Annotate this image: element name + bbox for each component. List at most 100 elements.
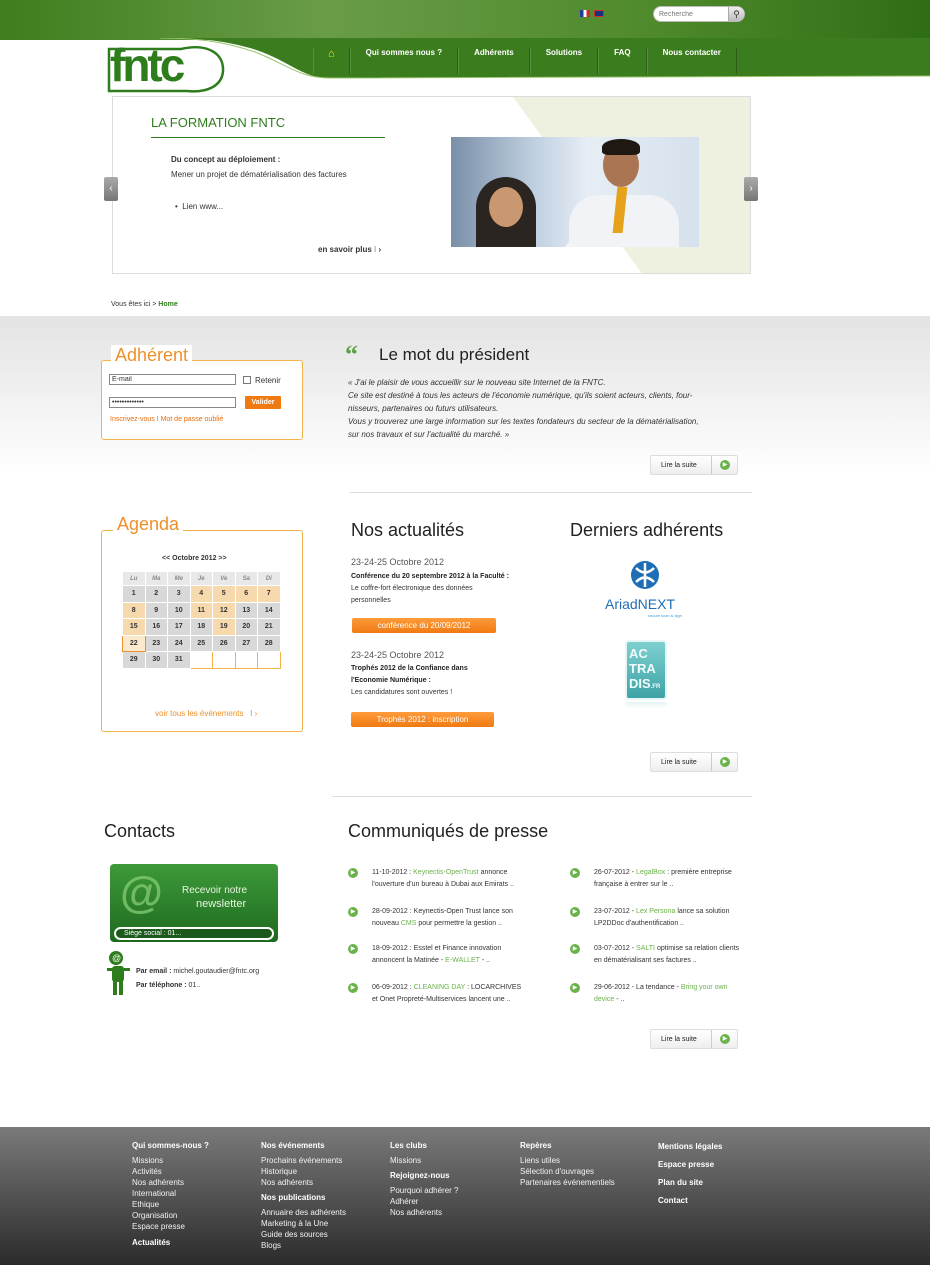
calendar-day[interactable]: 14 [257, 601, 281, 619]
footer-link[interactable]: Sélection d'ouvrages [520, 1166, 615, 1177]
calendar-day[interactable]: 18 [189, 618, 213, 636]
validate-button[interactable]: Valider [245, 396, 281, 409]
calendar-day[interactable]: 10 [167, 601, 191, 619]
nav-item-faq[interactable]: FAQ [598, 48, 647, 74]
all-events-text[interactable]: voir tous les événements [155, 709, 244, 718]
actradis-logo[interactable]: AC TRA DIS .FR [623, 638, 669, 710]
nav-item-qui-sommes-nous[interactable]: Qui sommes nous ? [349, 48, 459, 74]
calendar-day[interactable]: 2 [144, 585, 168, 603]
ariadnext-logo[interactable]: AriadNEXT secure scan & sign [600, 560, 690, 620]
calendar-day-event[interactable]: 11 [189, 601, 213, 619]
calendar-day[interactable]: 27 [234, 634, 258, 652]
press-read-more-button[interactable]: Lire la suite ▶ [650, 1029, 738, 1049]
nav-item-solutions[interactable]: Solutions [529, 48, 599, 74]
nav-home-icon[interactable]: ⌂ [313, 48, 350, 74]
footer-link[interactable]: Missions [390, 1155, 459, 1166]
calendar-day[interactable]: 20 [234, 618, 258, 636]
email-value[interactable]: michel.goutaudier@fntc.org [173, 968, 259, 975]
calendar-day[interactable]: 24 [167, 634, 191, 652]
press-org[interactable]: Bring your own [681, 984, 728, 991]
slide-link[interactable]: • Lien www... [175, 202, 223, 211]
footer-link[interactable]: Marketing à la Une [261, 1218, 346, 1229]
footer-heading[interactable]: Mentions légales [658, 1141, 722, 1152]
footer-link[interactable]: Annuaire des adhérents [261, 1207, 346, 1218]
president-read-more-button[interactable]: Lire la suite ▶ [650, 455, 738, 475]
footer-heading[interactable]: Espace presse [658, 1159, 722, 1170]
news-item-title[interactable]: Conférence du 20 septembre 2012 à la Fac… [351, 571, 531, 583]
news-item-button[interactable]: conférence du 20/09/2012 [352, 618, 496, 633]
calendar-day-event[interactable]: 8 [122, 601, 146, 619]
calendar-day[interactable]: 29 [122, 651, 146, 669]
calendar-month-nav[interactable]: << Octobre 2012 >> [162, 555, 227, 562]
footer-link[interactable]: Guide des sources [261, 1229, 346, 1240]
calendar-day[interactable]: 31 [167, 651, 191, 669]
calendar-day-event[interactable]: 7 [257, 585, 281, 603]
english-flag-icon[interactable] [594, 10, 604, 17]
press-org[interactable]: SALTI [636, 945, 655, 952]
calendar-day[interactable]: 28 [257, 634, 281, 652]
press-org[interactable]: CLEANING DAY [414, 984, 465, 991]
footer-heading[interactable]: Actualités [132, 1237, 209, 1248]
search-icon[interactable]: ⚲ [728, 7, 744, 21]
calendar-day[interactable]: 26 [212, 634, 236, 652]
press-org[interactable]: LegalBox [636, 869, 665, 876]
press-org[interactable]: device [594, 996, 614, 1003]
all-events-link[interactable]: voir tous les événements I › [155, 709, 257, 718]
footer-heading[interactable]: Les clubs [390, 1140, 459, 1151]
footer-link[interactable]: Prochains événements [261, 1155, 346, 1166]
calendar-day[interactable]: 13 [234, 601, 258, 619]
calendar-day-event[interactable]: 15 [122, 618, 146, 636]
calendar-day-event[interactable]: 12 [212, 601, 236, 619]
press-org[interactable]: Lex Persona [636, 908, 675, 915]
footer-heading[interactable]: Nos publications [261, 1192, 346, 1203]
french-flag-icon[interactable] [580, 10, 590, 17]
fntc-logo[interactable]: fntc [107, 39, 225, 93]
calendar-day[interactable]: 30 [144, 651, 168, 669]
slider-prev-button[interactable]: ‹ [104, 177, 118, 201]
members-read-more-button[interactable]: Lire la suite ▶ [650, 752, 738, 772]
footer-link[interactable]: Blogs [261, 1240, 346, 1251]
footer-heading[interactable]: Contact [658, 1195, 722, 1206]
footer-link[interactable]: Pourquoi adhérer ? [390, 1185, 459, 1196]
nav-item-nous-contacter[interactable]: Nous contacter [646, 48, 737, 74]
calendar-day-event[interactable]: 5 [212, 585, 236, 603]
slider-next-button[interactable]: › [744, 177, 758, 201]
footer-link[interactable]: Organisation [132, 1210, 209, 1221]
calendar-day[interactable]: 3 [167, 585, 191, 603]
calendar-day[interactable]: 16 [144, 618, 168, 636]
calendar-day[interactable]: 25 [189, 634, 213, 652]
footer-heading[interactable]: Qui sommes-nous ? [132, 1140, 209, 1151]
nav-item-adherents[interactable]: Adhérents [458, 48, 530, 74]
footer-link[interactable]: Historique [261, 1166, 346, 1177]
footer-link[interactable]: Adhérer [390, 1196, 459, 1207]
calendar-day-event[interactable]: 4 [189, 585, 213, 603]
search-input[interactable] [659, 9, 729, 20]
press-org[interactable]: E-WALLET [445, 957, 480, 964]
footer-link[interactable]: Liens utiles [520, 1155, 615, 1166]
slide-link-text[interactable]: Lien www... [182, 202, 223, 211]
press-org[interactable]: CMS [401, 920, 417, 927]
footer-link[interactable]: Nos adhérents [390, 1207, 459, 1218]
news-item-title[interactable]: Trophés 2012 de la Confiance dans l'Econ… [351, 663, 496, 687]
calendar-day[interactable]: 9 [144, 601, 168, 619]
press-org[interactable]: Keynectis-OpenTrust [413, 869, 479, 876]
password-field[interactable] [109, 397, 236, 408]
footer-link[interactable]: Nos adhérents [132, 1177, 209, 1188]
footer-heading[interactable]: Plan du site [658, 1177, 722, 1188]
footer-link[interactable]: Activités [132, 1166, 209, 1177]
footer-link[interactable]: Partenaires événementiels [520, 1177, 615, 1188]
calendar-day[interactable]: 17 [167, 618, 191, 636]
footer-link[interactable]: Nos adhérents [261, 1177, 346, 1188]
slide-more-link[interactable]: en savoir plus I › [318, 245, 381, 254]
footer-link[interactable]: Ethique [132, 1199, 209, 1210]
news-item-button[interactable]: Trophés 2012 : inscription [351, 712, 494, 727]
breadcrumb-home[interactable]: Home [158, 301, 177, 308]
remember-checkbox[interactable] [243, 376, 251, 384]
calendar-day[interactable]: 1 [122, 585, 146, 603]
footer-heading[interactable]: Rejoignez-nous [390, 1170, 459, 1181]
register-forgot-links[interactable]: Inscrivez-vous I Mot de passe oublié [110, 416, 223, 423]
calendar-day[interactable]: 21 [257, 618, 281, 636]
calendar-day-today[interactable]: 22 [122, 634, 146, 652]
email-field[interactable] [109, 374, 236, 385]
newsletter-button[interactable]: @ Recevoir notre newsletter Siège social… [110, 864, 278, 942]
